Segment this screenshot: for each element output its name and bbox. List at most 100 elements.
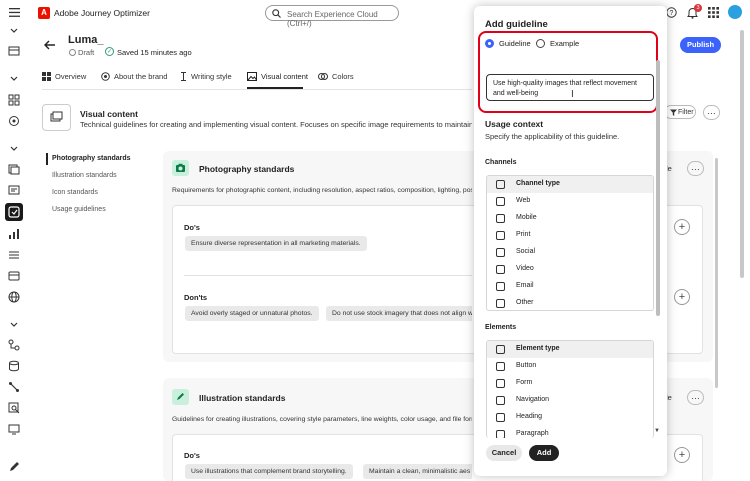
checkbox[interactable]: [496, 197, 505, 206]
guideline-radio[interactable]: [485, 39, 494, 48]
usage-context-desc: Specify the applicability of this guidel…: [485, 132, 620, 141]
tab-writing-style[interactable]: Writing style: [180, 72, 232, 81]
reports-icon[interactable]: [8, 228, 20, 240]
templates-icon[interactable]: [8, 184, 20, 196]
table-row[interactable]: Form: [487, 375, 653, 392]
nav-usage-guidelines[interactable]: Usage guidelines: [52, 206, 106, 213]
query-icon[interactable]: [8, 402, 20, 414]
table-row[interactable]: Other: [487, 295, 653, 310]
table-row[interactable]: Print: [487, 227, 653, 244]
nav-photography-standards[interactable]: Photography standards: [52, 155, 131, 162]
example-radio[interactable]: [536, 39, 545, 48]
status-label: Draft: [78, 48, 95, 57]
panel-scrollbar[interactable]: [656, 60, 660, 316]
table-row[interactable]: Navigation: [487, 392, 653, 409]
table-row[interactable]: Heading: [487, 409, 653, 426]
guideline-chip[interactable]: Ensure diverse representation in all mar…: [185, 236, 367, 251]
guideline-chip[interactable]: Maintain a clean, minimalistic aes: [363, 464, 472, 479]
guideline-chip[interactable]: Avoid overly staged or unnatural photos.: [185, 306, 319, 321]
table-row[interactable]: Mobile: [487, 210, 653, 227]
tab-overview[interactable]: Overview: [42, 72, 86, 81]
tab-visual-content[interactable]: Visual content: [247, 72, 308, 81]
checkbox[interactable]: [496, 248, 505, 257]
checkbox[interactable]: [496, 362, 505, 371]
elements-label: Elements: [485, 324, 517, 331]
help-icon[interactable]: ?: [666, 7, 677, 18]
nav-illustration-standards[interactable]: Illustration standards: [52, 172, 117, 179]
chevron-down-icon[interactable]: [8, 142, 20, 154]
brands-nav-active[interactable]: [5, 203, 23, 221]
pencil-icon[interactable]: [8, 461, 20, 473]
table-row[interactable]: Social: [487, 244, 653, 261]
card-more-button[interactable]: …: [687, 161, 704, 176]
hamburger-menu-icon[interactable]: [9, 8, 20, 17]
more-options-button[interactable]: …: [703, 105, 720, 120]
database-icon[interactable]: [8, 360, 20, 372]
filter-button[interactable]: Filter: [664, 105, 696, 119]
table-row[interactable]: Web: [487, 193, 653, 210]
dashboard-icon[interactable]: [8, 45, 20, 57]
chevron-down-icon[interactable]: [8, 72, 20, 84]
app-title[interactable]: Adobe Journey Optimizer: [54, 8, 150, 18]
avatar[interactable]: [728, 5, 742, 19]
gallery-icon: [50, 111, 63, 122]
tab-about-brand[interactable]: About the brand: [101, 72, 167, 81]
chevron-down-icon[interactable]: [8, 318, 20, 330]
dos-heading: Do's: [184, 451, 200, 460]
checkbox[interactable]: [496, 396, 505, 405]
checkbox[interactable]: [496, 299, 505, 308]
checkbox[interactable]: [496, 413, 505, 422]
table-row[interactable]: Button: [487, 358, 653, 375]
guideline-chip[interactable]: Do not use stock imagery that does not a…: [326, 306, 472, 321]
checkbox[interactable]: [496, 282, 505, 291]
chevron-down-icon[interactable]: [8, 24, 20, 36]
add-dont-button[interactable]: +: [674, 289, 690, 305]
row-label: Mobile: [516, 214, 537, 221]
camera-icon: [172, 160, 189, 176]
checkbox[interactable]: [496, 430, 505, 438]
guideline-radio-label[interactable]: Guideline: [499, 39, 531, 48]
connection-icon[interactable]: [8, 381, 20, 393]
apps-grid-icon[interactable]: [708, 7, 719, 18]
select-all-checkbox[interactable]: [496, 180, 505, 189]
table-row[interactable]: Email: [487, 278, 653, 295]
cancel-button[interactable]: Cancel: [486, 445, 522, 461]
brand-name: Luma_: [68, 34, 104, 46]
row-label: Form: [516, 379, 533, 386]
nav-active-indicator: [46, 153, 48, 165]
content-scrollbar[interactable]: [715, 158, 718, 388]
select-all-checkbox[interactable]: [496, 345, 505, 354]
guideline-chip[interactable]: Use illustrations that complement brand …: [185, 464, 353, 479]
checkbox[interactable]: [496, 214, 505, 223]
card-more-button[interactable]: …: [687, 390, 704, 405]
row-label: Paragraph: [516, 430, 549, 437]
table-row[interactable]: Video: [487, 261, 653, 278]
campaigns-icon[interactable]: [8, 94, 20, 106]
workflow-icon[interactable]: [8, 339, 20, 351]
section-title: Visual content: [80, 109, 138, 119]
checkbox[interactable]: [496, 265, 505, 274]
globe-icon[interactable]: [8, 291, 20, 303]
nav-icon-standards[interactable]: Icon standards: [52, 189, 98, 196]
journeys-icon[interactable]: [8, 115, 20, 127]
guideline-textarea[interactable]: Use high-quality images that reflect mov…: [486, 74, 654, 101]
search-input[interactable]: Search Experience Cloud (Ctrl+/): [265, 5, 399, 28]
back-arrow-icon[interactable]: [44, 40, 56, 50]
page-scrollbar[interactable]: [740, 30, 744, 278]
assets-icon[interactable]: [8, 270, 20, 282]
add-do-button[interactable]: +: [674, 219, 690, 235]
content-icon[interactable]: [8, 163, 20, 175]
example-radio-label[interactable]: Example: [550, 39, 579, 48]
tab-colors[interactable]: Colors: [318, 72, 354, 81]
donts-heading: Don'ts: [184, 293, 208, 302]
publish-button[interactable]: Publish: [680, 37, 721, 53]
checkbox[interactable]: [496, 379, 505, 388]
add-button[interactable]: Add: [529, 445, 559, 461]
scroll-down-icon[interactable]: ▼: [654, 428, 660, 434]
table-row[interactable]: Paragraph: [487, 426, 653, 438]
search-placeholder: Search Experience Cloud (Ctrl+/): [287, 9, 378, 28]
checkbox[interactable]: [496, 231, 505, 240]
monitor-icon[interactable]: [8, 423, 20, 435]
add-do-button[interactable]: +: [674, 447, 690, 463]
list-icon[interactable]: [8, 249, 20, 261]
